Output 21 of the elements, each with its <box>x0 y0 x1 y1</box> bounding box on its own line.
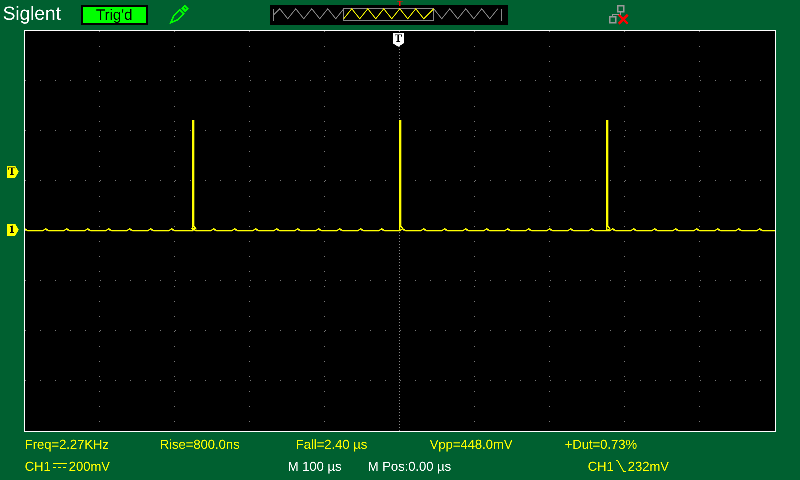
trigger-position-marker: T <box>393 33 404 47</box>
dc-coupling-icon <box>53 462 68 470</box>
trigger-level-reading: 232mV <box>628 458 670 474</box>
network-disconnected-icon <box>608 4 632 26</box>
measurement-reading: Fall=2.40 µs <box>296 436 368 452</box>
probe-icon <box>168 4 190 26</box>
channel-scale: 200mV <box>69 458 110 474</box>
timebase-reading: M 100 µs <box>288 458 343 474</box>
brand-label: Siglent <box>3 4 62 26</box>
channel-label: CH1 <box>25 458 52 474</box>
measurement-reading: Rise=800.0ns <box>160 436 241 452</box>
measurement-reading: Vpp=448.0mV <box>430 436 514 452</box>
measurement-reading: Freq=2.27KHz <box>25 436 110 452</box>
trigger-position-icon <box>397 1 403 6</box>
trigger-status: Trig'd <box>81 5 148 25</box>
channel-marker: 1 <box>7 224 19 236</box>
measurement-reading: +Dut=0.73% <box>565 436 638 452</box>
trigger-source: CH1 <box>588 458 614 474</box>
falling-edge-icon <box>616 460 626 472</box>
trigger-level-marker: T <box>7 166 19 178</box>
position-reading: M Pos:0.00 µs <box>368 458 452 474</box>
